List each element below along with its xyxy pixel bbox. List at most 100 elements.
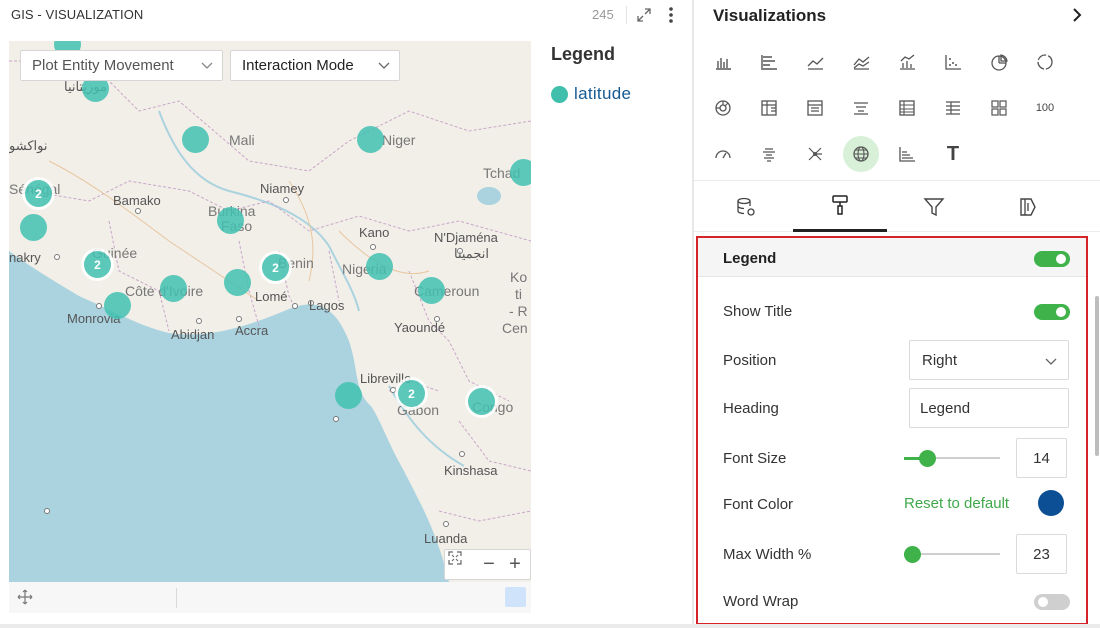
map-cluster-marker[interactable]: 2	[25, 180, 52, 207]
kpi-table-icon[interactable]	[935, 90, 971, 126]
map-cluster-marker[interactable]: 2	[398, 380, 425, 407]
map-cluster-marker[interactable]	[224, 269, 251, 296]
legend-format-section: Legend Show Title Position Right Heading…	[696, 236, 1088, 625]
column-chart-icon[interactable]	[705, 44, 741, 80]
word-wrap-toggle[interactable]	[1034, 594, 1070, 610]
map-info-chip[interactable]	[505, 587, 526, 607]
paint-roller-icon	[832, 195, 848, 215]
map-cluster-marker[interactable]	[357, 126, 384, 153]
heading-input[interactable]: Legend	[909, 388, 1069, 428]
legend-enabled-toggle[interactable]	[1034, 251, 1070, 267]
line-chart-icon[interactable]	[797, 44, 833, 80]
map-cluster-marker[interactable]	[418, 277, 445, 304]
map-cluster-marker[interactable]: 2	[262, 254, 289, 281]
word-cloud-icon[interactable]	[751, 136, 787, 172]
map-cluster-marker[interactable]	[366, 253, 393, 280]
card-list-icon[interactable]	[797, 90, 833, 126]
area-chart-icon[interactable]	[843, 44, 879, 80]
pie-chart-icon[interactable]	[981, 44, 1017, 80]
step-chart-icon[interactable]	[889, 136, 925, 172]
map-label: Bamako	[113, 193, 161, 208]
funnel-icon[interactable]	[843, 90, 879, 126]
map-cluster-marker[interactable]	[160, 275, 187, 302]
bar-chart-icon[interactable]	[751, 44, 787, 80]
globe-map-icon[interactable]	[843, 136, 879, 172]
font-size-input[interactable]: 14	[1016, 438, 1067, 478]
max-width-label: Max Width %	[723, 546, 812, 563]
map-label: Yaoundé	[394, 320, 446, 335]
map-label: Mali	[229, 132, 255, 148]
max-width-slider-handle[interactable]	[904, 546, 921, 563]
map-label: Lomé	[255, 289, 288, 304]
filter-tab[interactable]	[887, 181, 981, 232]
dropdown-label: Interaction Mode	[242, 57, 354, 74]
pivot-table-icon[interactable]	[751, 90, 787, 126]
analytics-icon	[1020, 197, 1036, 216]
donut-chart-icon[interactable]	[1027, 44, 1063, 80]
font-size-label: Font Size	[723, 450, 787, 467]
font-size-slider-handle[interactable]	[919, 450, 936, 467]
map-label: N'Djaména	[434, 230, 498, 245]
chevron-right-icon[interactable]	[1068, 6, 1086, 24]
scatter-chart-icon[interactable]	[935, 44, 971, 80]
text-icon[interactable]: T	[935, 136, 971, 172]
number-card-label: 100	[1035, 102, 1055, 114]
legend-title: Legend	[551, 44, 616, 64]
position-value: Right	[922, 352, 958, 369]
panel-header: GIS - VISUALIZATION 245	[0, 0, 688, 32]
gauge-icon[interactable]	[705, 136, 741, 172]
map-cluster-marker[interactable]	[335, 382, 362, 409]
format-tab[interactable]	[793, 181, 887, 232]
map-label: نواكشو	[9, 138, 48, 153]
number-card-icon[interactable]: 100	[1027, 90, 1063, 126]
dropdown-label: Plot Entity Movement	[32, 57, 174, 74]
map-label: Ko	[510, 269, 528, 285]
expand-icon[interactable]	[636, 7, 652, 23]
legend-label: latitude	[574, 84, 632, 103]
show-title-label: Show Title	[723, 303, 793, 320]
map-label: ti	[515, 286, 522, 302]
combo-chart-icon[interactable]	[889, 44, 925, 80]
reset-to-default-link[interactable]: Reset to default	[904, 495, 1009, 512]
legend-item[interactable]: latitude	[551, 84, 631, 104]
network-graph-icon[interactable]	[797, 136, 833, 172]
font-color-swatch[interactable]	[1038, 490, 1064, 516]
database-settings-icon	[737, 197, 755, 216]
map-footer	[9, 582, 531, 613]
record-count: 245	[592, 7, 614, 22]
map-canvas[interactable]: موريتانيا نواكشو Mali Niger Tchad Sénéga…	[9, 41, 531, 582]
map-label: Niamey	[260, 181, 305, 196]
map-cluster-marker[interactable]	[104, 292, 131, 319]
map-cluster-marker[interactable]	[468, 388, 495, 415]
show-title-toggle[interactable]	[1034, 304, 1070, 320]
map-label: Abidjan	[171, 327, 215, 342]
zoom-out-button[interactable]: −	[475, 550, 503, 579]
table-icon[interactable]	[889, 90, 925, 126]
map-cluster-marker[interactable]	[510, 159, 531, 186]
zoom-in-button[interactable]: +	[501, 550, 529, 579]
analytics-tab[interactable]	[981, 181, 1075, 232]
interaction-mode-dropdown[interactable]: Interaction Mode	[230, 50, 400, 81]
sunburst-chart-icon[interactable]	[705, 90, 741, 126]
map-label: Niger	[382, 132, 416, 148]
map-cluster-marker[interactable]	[20, 214, 47, 241]
map-cluster-marker[interactable]	[217, 207, 244, 234]
map-label: Kano	[359, 225, 390, 240]
chevron-down-icon	[1044, 354, 1058, 368]
max-width-input[interactable]: 23	[1016, 534, 1067, 574]
more-options-icon[interactable]	[664, 5, 678, 25]
move-icon[interactable]	[17, 589, 33, 605]
plot-entity-movement-dropdown[interactable]: Plot Entity Movement	[20, 50, 223, 81]
pane-title: Visualizations	[713, 6, 827, 25]
fullscreen-map-icon[interactable]	[447, 550, 475, 579]
map-cluster-marker[interactable]: 2	[84, 251, 111, 278]
pane-scrollbar[interactable]	[1095, 296, 1099, 456]
map-label: nakry	[9, 250, 41, 265]
map-cluster-marker[interactable]	[182, 126, 209, 153]
section-header[interactable]: Legend	[698, 238, 1086, 277]
heading-label: Heading	[723, 400, 779, 417]
position-select[interactable]: Right	[909, 340, 1069, 380]
map-label: انجمينا	[454, 246, 489, 261]
matrix-icon[interactable]	[981, 90, 1017, 126]
data-tab[interactable]	[699, 181, 793, 232]
